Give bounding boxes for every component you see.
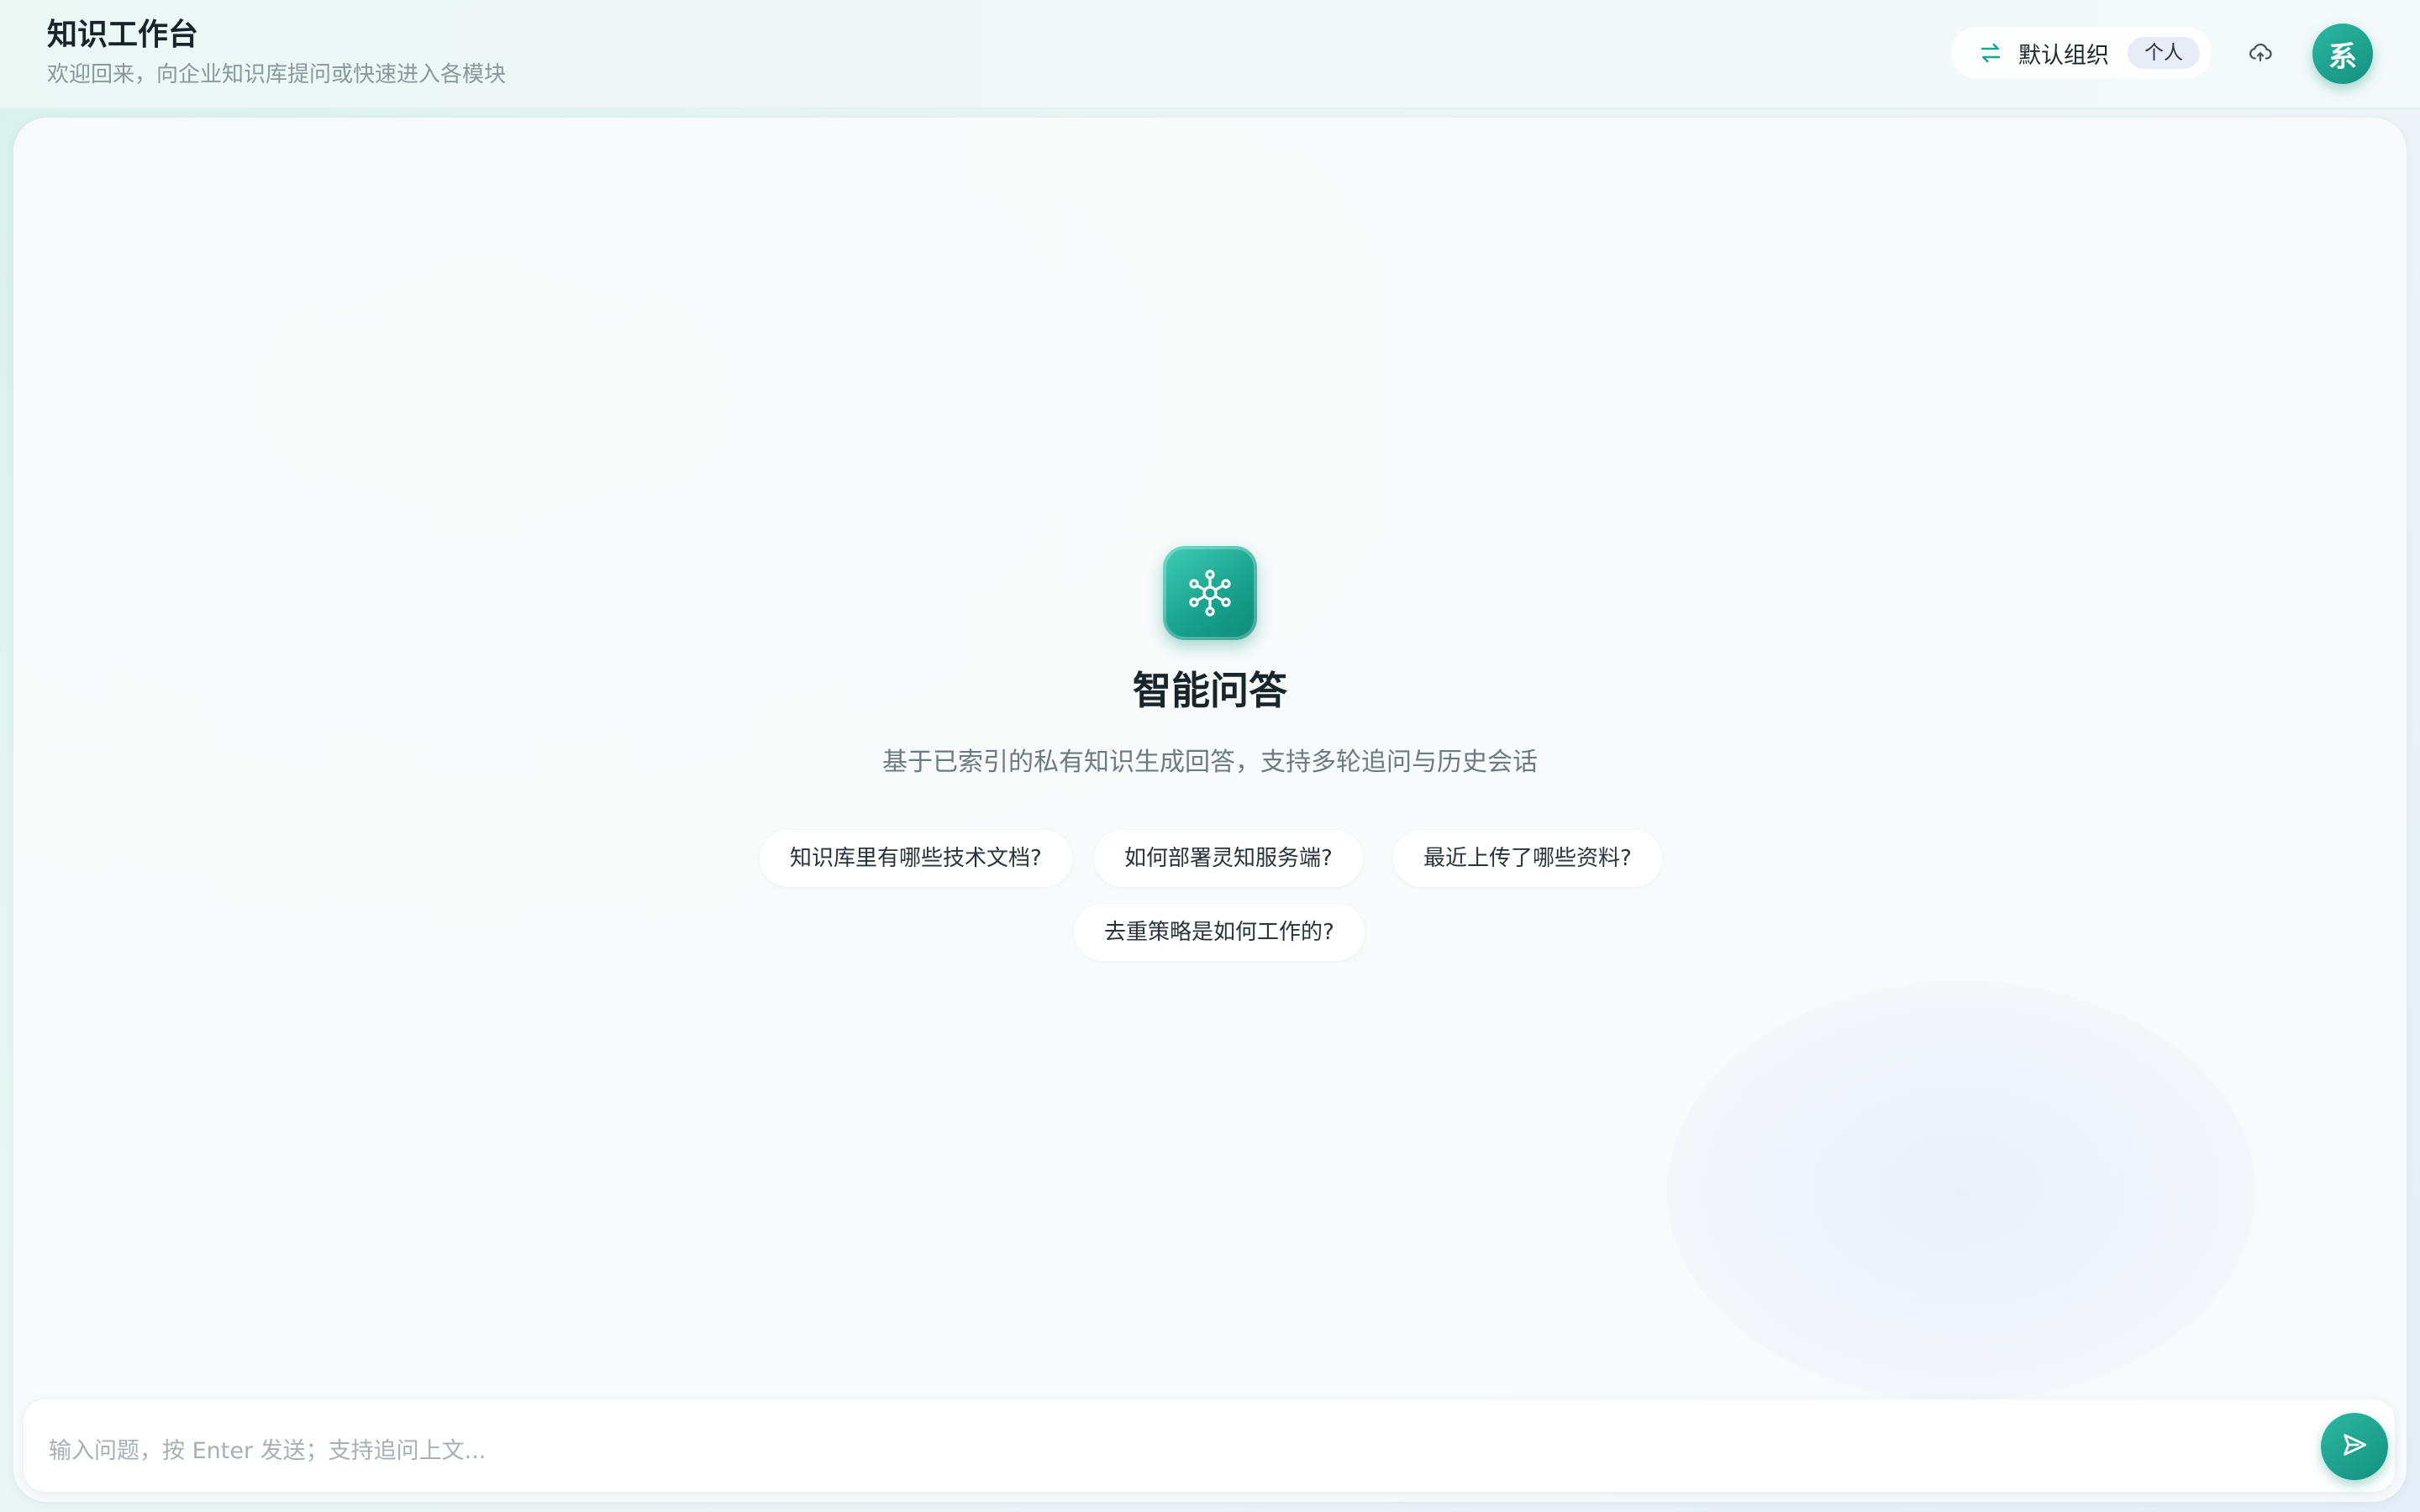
chat-input-bar xyxy=(24,1399,2395,1492)
suggestion-chip[interactable]: 最近上传了哪些资料? xyxy=(1393,830,1662,887)
suggestion-chip[interactable]: 知识库里有哪些技术文档? xyxy=(760,830,1072,887)
user-avatar[interactable]: 系 xyxy=(2312,24,2373,84)
suggestion-chip[interactable]: 去重策略是如何工作的? xyxy=(1074,904,1365,961)
org-switcher[interactable]: 默认组织 个人 xyxy=(1951,27,2212,79)
cloud-upload-icon xyxy=(2248,39,2273,68)
cloud-upload-button[interactable] xyxy=(2244,37,2277,71)
org-name: 默认组织 xyxy=(2018,42,2109,69)
page-subtitle: 欢迎回来，向企业知识库提问或快速进入各模块 xyxy=(47,62,507,87)
send-button[interactable] xyxy=(2321,1413,2388,1480)
chat-panel: 智能问答 基于已索引的私有知识生成回答，支持多轮追问与历史会话 知识库里有哪些技… xyxy=(13,118,2407,1502)
suggestion-chip[interactable]: 如何部署灵知服务端? xyxy=(1094,830,1363,887)
hero-description: 基于已索引的私有知识生成回答，支持多轮追问与历史会话 xyxy=(882,748,1538,777)
send-icon xyxy=(2340,1431,2369,1462)
page-title: 知识工作台 xyxy=(47,18,199,52)
network-hub-icon xyxy=(1163,546,1257,640)
top-header: 知识工作台 欢迎回来，向企业知识库提问或快速进入各模块 默认组织 个人 系 xyxy=(0,0,2420,109)
chat-input[interactable] xyxy=(49,1399,2284,1492)
org-type-badge: 个人 xyxy=(2128,37,2200,69)
swap-arrows-icon xyxy=(1976,39,2005,67)
hero-title: 智能问答 xyxy=(1133,668,1287,713)
